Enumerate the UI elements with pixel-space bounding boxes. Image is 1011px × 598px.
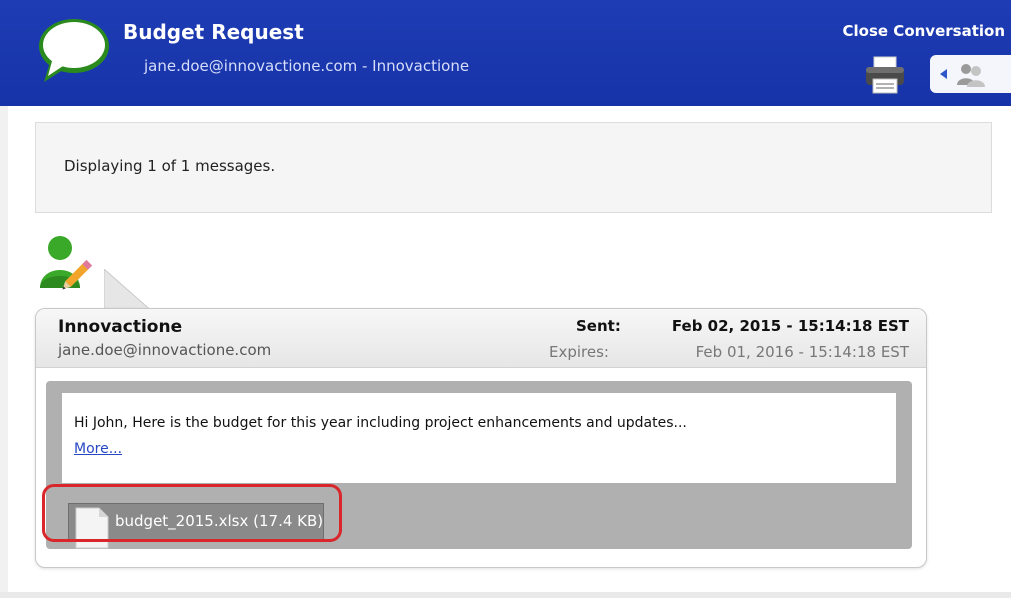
- sent-label: Sent:: [576, 317, 621, 335]
- message-text-box: Hi John, Here is the budget for this yea…: [62, 393, 896, 483]
- expires-date: Feb 01, 2016 - 15:14:18 EST: [695, 343, 909, 361]
- message-count-status: Displaying 1 of 1 messages.: [64, 157, 276, 175]
- sender-name: Innovactione: [58, 317, 183, 337]
- message-text: Hi John, Here is the budget for this yea…: [74, 415, 687, 431]
- attachment-highlight: [42, 484, 342, 542]
- conversation-subtitle: jane.doe@innovactione.com - Innovactione: [144, 57, 470, 75]
- expires-label: Expires:: [549, 343, 609, 361]
- sent-date: Feb 02, 2015 - 15:14:18 EST: [671, 317, 909, 335]
- message-pointer: [104, 269, 154, 313]
- close-conversation-button[interactable]: Close Conversation: [843, 22, 1005, 40]
- status-panel: Displaying 1 of 1 messages.: [35, 122, 992, 213]
- people-icon: [957, 64, 985, 87]
- sender-email: jane.doe@innovactione.com: [58, 341, 272, 359]
- speech-bubble-icon: [39, 19, 109, 82]
- message-header: Innovactione jane.doe@innovactione.com S…: [36, 309, 926, 368]
- more-link[interactable]: More...: [74, 441, 122, 457]
- conversation-header: Budget Request jane.doe@innovactione.com…: [0, 0, 1011, 106]
- arrow-left-icon: [940, 69, 947, 79]
- conversation-title: Budget Request: [123, 20, 304, 44]
- page-edge: [0, 592, 1011, 598]
- conversation-content: Displaying 1 of 1 messages. Innovactione…: [8, 106, 1011, 592]
- printer-icon[interactable]: [864, 55, 906, 95]
- user-edit-icon: [40, 236, 93, 290]
- participants-toggle[interactable]: [930, 55, 1011, 93]
